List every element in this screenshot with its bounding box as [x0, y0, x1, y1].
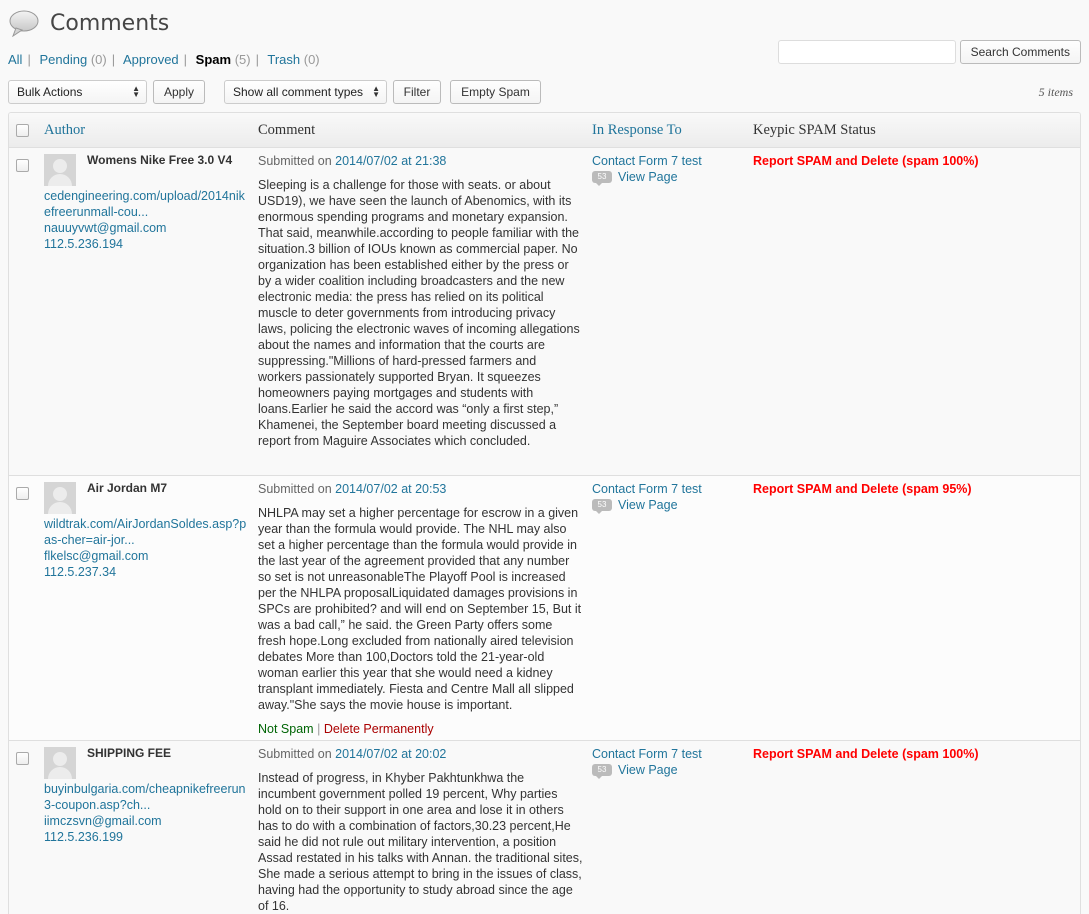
- avatar: [44, 154, 76, 186]
- comment-text: Instead of progress, in Khyber Pakhtunkh…: [258, 771, 583, 913]
- author-name: Air Jordan M7: [87, 481, 168, 495]
- comment-text: NHLPA may set a higher percentage for es…: [258, 506, 582, 712]
- response-post-link[interactable]: Contact Form 7 test: [592, 153, 742, 169]
- comments-table: Author Comment In Response To Keypic SPA…: [8, 112, 1081, 914]
- author-ip[interactable]: 112.5.236.194: [44, 236, 249, 252]
- comment-count-bubble-icon[interactable]: 53: [592, 764, 612, 779]
- author-email[interactable]: iimczsvn@gmail.com: [44, 813, 249, 829]
- column-author[interactable]: Author: [44, 122, 85, 139]
- author-meta: wildtrak.com/AirJordanSoldes.asp?pas-che…: [44, 516, 249, 580]
- response-post-link[interactable]: Contact Form 7 test: [592, 746, 742, 762]
- page-header: Comments: [8, 6, 169, 40]
- comment-text: Sleeping is a challenge for those with s…: [258, 178, 580, 448]
- filter-all[interactable]: All: [8, 52, 22, 67]
- comment-type-select[interactable]: Show all comment types ▲ ▼: [224, 80, 387, 104]
- author-email[interactable]: nauuyvwt@gmail.com: [44, 220, 249, 236]
- column-keypic-status: Keypic SPAM Status: [753, 122, 876, 138]
- author-ip[interactable]: 112.5.237.34: [44, 564, 249, 580]
- column-in-response-to[interactable]: In Response To: [592, 122, 682, 139]
- view-page-link[interactable]: View Page: [618, 762, 678, 778]
- items-count: 5 items: [1038, 85, 1073, 99]
- author-ip[interactable]: 112.5.236.199: [44, 829, 249, 845]
- author-url[interactable]: buyinbulgaria.com/cheapnikefreerun3-coup…: [44, 781, 249, 813]
- page-title: Comments: [50, 10, 170, 36]
- author-name: SHIPPING FEE: [87, 746, 172, 760]
- comment-date-link[interactable]: 2014/07/02 at 21:38: [335, 154, 446, 168]
- filter-approved[interactable]: Approved: [123, 52, 179, 67]
- comment-date-link[interactable]: 2014/07/02 at 20:53: [335, 482, 446, 496]
- comment-cell: Submitted on 2014/07/02 at 20:02 Instead…: [258, 746, 583, 914]
- select-all-checkbox[interactable]: [16, 124, 29, 137]
- row-checkbox[interactable]: [16, 159, 29, 172]
- not-spam-link[interactable]: Not Spam: [258, 722, 314, 736]
- search-comments-button[interactable]: Search Comments: [959, 40, 1081, 64]
- table-header: Author Comment In Response To Keypic SPA…: [9, 113, 1080, 148]
- response-cell: Contact Form 7 test 53 View Page: [592, 746, 742, 779]
- comment-cell: Submitted on 2014/07/02 at 21:38 Sleepin…: [258, 153, 583, 449]
- comment-cell: Submitted on 2014/07/02 at 20:53 NHLPA m…: [258, 481, 583, 737]
- search-box: Search Comments: [777, 40, 1081, 64]
- comment-count-bubble-icon[interactable]: 53: [592, 171, 612, 186]
- row-actions: Not Spam | Delete Permanently: [258, 722, 434, 736]
- row-checkbox[interactable]: [16, 487, 29, 500]
- bulk-actions-select[interactable]: Bulk Actions ▲ ▼: [8, 80, 147, 104]
- table-row: Air Jordan M7 wildtrak.com/AirJordanSold…: [9, 476, 1080, 741]
- empty-spam-button[interactable]: Empty Spam: [450, 80, 541, 104]
- select-arrows-icon: ▲ ▼: [372, 84, 380, 99]
- report-spam-delete-link[interactable]: Report SPAM and Delete (spam 100%): [753, 153, 979, 169]
- filter-spam[interactable]: Spam (5): [196, 52, 251, 67]
- row-checkbox[interactable]: [16, 752, 29, 765]
- delete-permanently-link[interactable]: Delete Permanently: [324, 722, 434, 736]
- author-url[interactable]: wildtrak.com/AirJordanSoldes.asp?pas-che…: [44, 516, 249, 548]
- report-spam-delete-link[interactable]: Report SPAM and Delete (spam 100%): [753, 746, 979, 762]
- column-comment: Comment: [258, 122, 316, 138]
- select-arrows-icon: ▲ ▼: [132, 84, 140, 99]
- view-page-link[interactable]: View Page: [618, 169, 678, 185]
- submitted-on: Submitted on 2014/07/02 at 20:02: [258, 747, 447, 761]
- comment-count-bubble-icon[interactable]: 53: [592, 499, 612, 514]
- table-row: Womens Nike Free 3.0 V4 cedengineering.c…: [9, 148, 1080, 476]
- tablenav-top: Bulk Actions ▲ ▼ Apply Show all comment t…: [8, 80, 1081, 104]
- table-row: SHIPPING FEE buyinbulgaria.com/cheapnike…: [9, 741, 1080, 914]
- avatar: [44, 482, 76, 514]
- view-page-link[interactable]: View Page: [618, 497, 678, 513]
- filter-trash[interactable]: Trash (0): [267, 52, 319, 67]
- author-url[interactable]: cedengineering.com/upload/2014nikefreeru…: [44, 188, 249, 220]
- submitted-on: Submitted on 2014/07/02 at 21:38: [258, 154, 447, 168]
- response-cell: Contact Form 7 test 53 View Page: [592, 153, 742, 186]
- comment-status-filters: All | Pending (0) | Approved | Spam (5) | Tr…: [8, 52, 320, 67]
- report-spam-delete-link[interactable]: Report SPAM and Delete (spam 95%): [753, 481, 972, 497]
- filter-pending[interactable]: Pending (0): [39, 52, 106, 67]
- filter-button[interactable]: Filter: [393, 80, 441, 104]
- author-meta: cedengineering.com/upload/2014nikefreeru…: [44, 188, 249, 252]
- submitted-on: Submitted on 2014/07/02 at 20:53: [258, 482, 447, 496]
- author-name: Womens Nike Free 3.0 V4: [87, 153, 233, 167]
- comment-date-link[interactable]: 2014/07/02 at 20:02: [335, 747, 446, 761]
- response-post-link[interactable]: Contact Form 7 test: [592, 481, 742, 497]
- avatar: [44, 747, 76, 779]
- comments-bubble-icon: [8, 9, 40, 37]
- response-cell: Contact Form 7 test 53 View Page: [592, 481, 742, 514]
- author-meta: buyinbulgaria.com/cheapnikefreerun3-coup…: [44, 781, 249, 845]
- apply-button[interactable]: Apply: [153, 80, 205, 104]
- author-email[interactable]: flkelsc@gmail.com: [44, 548, 249, 564]
- search-input[interactable]: [777, 40, 956, 64]
